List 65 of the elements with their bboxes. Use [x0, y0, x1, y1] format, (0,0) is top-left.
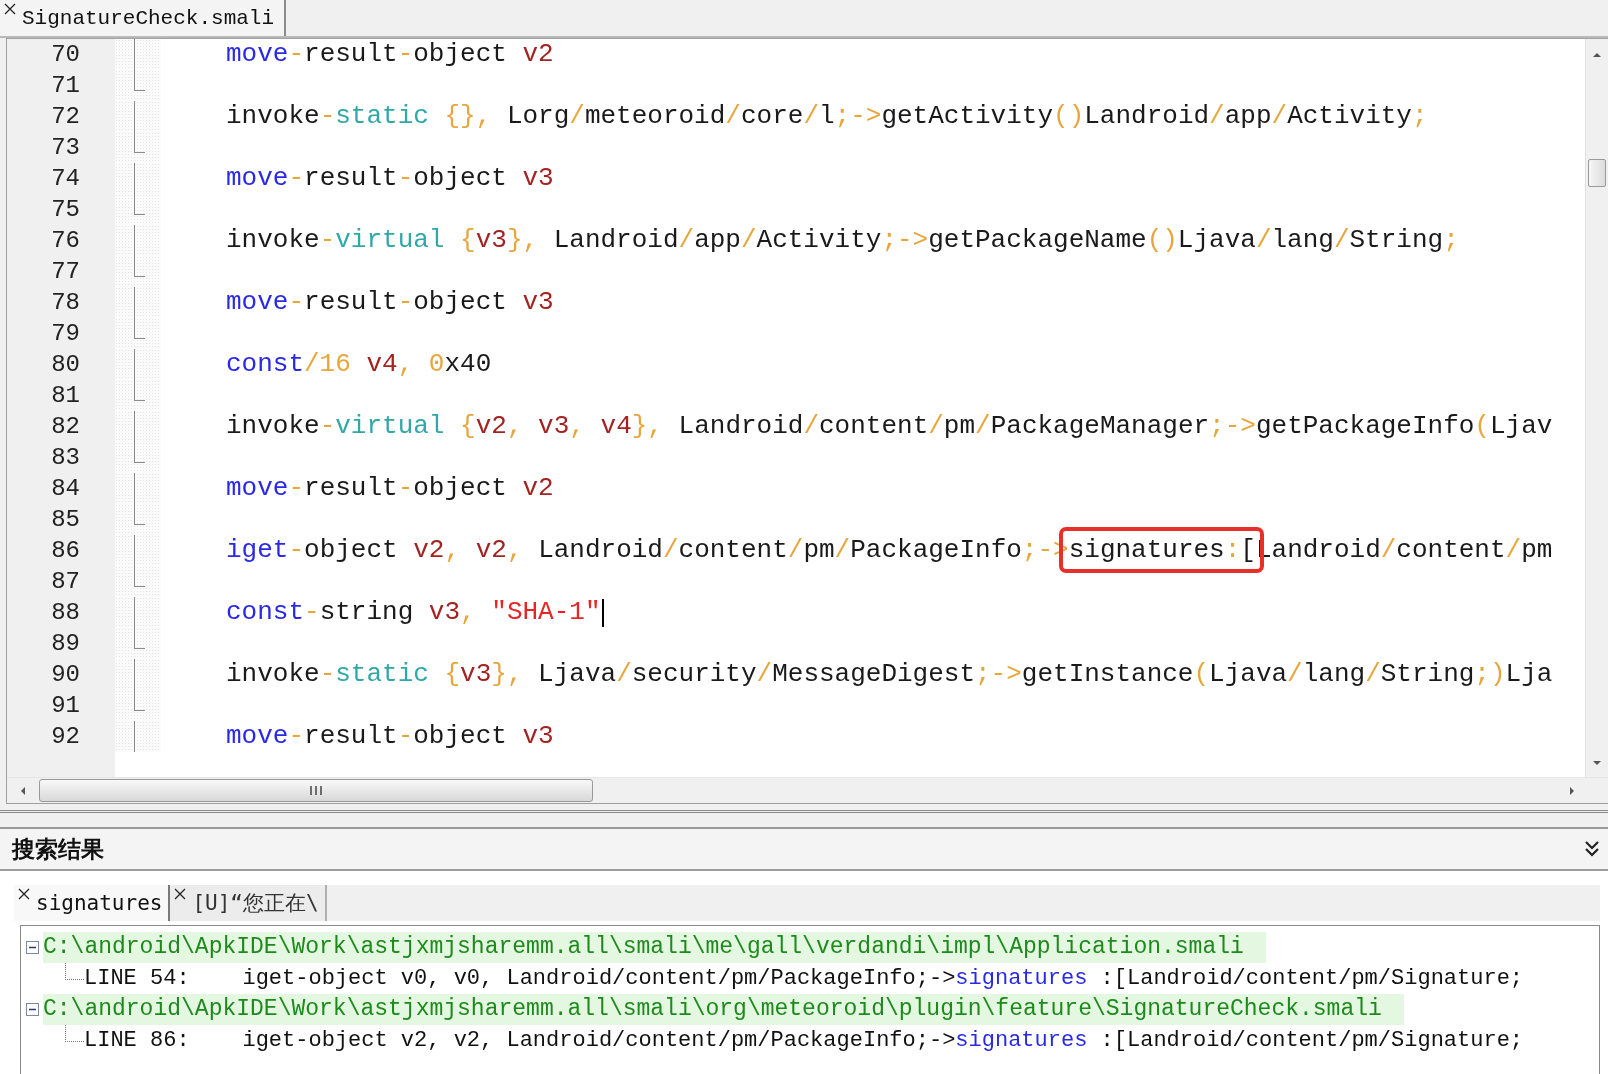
- line-number: 91: [50, 691, 81, 721]
- line-number: 82: [50, 412, 81, 442]
- line-number: 80: [50, 350, 81, 380]
- fold-marker[interactable]: [134, 132, 145, 153]
- close-icon[interactable]: [4, 3, 16, 15]
- line-number: 83: [50, 443, 81, 473]
- line-number: 84: [50, 474, 81, 504]
- grip-icon: [309, 786, 323, 795]
- fold-marker[interactable]: [134, 318, 145, 339]
- line-number: 79: [50, 319, 81, 349]
- code-line: invoke-virtual {v3}, Landroid/app/Activity;->getPackageName()Ljava/lang/String;: [226, 225, 1459, 256]
- line-number: 73: [50, 133, 81, 163]
- code-line: const-string v3, "SHA-1": [226, 597, 601, 628]
- fold-marker[interactable]: [134, 628, 145, 649]
- code-line: move-result-object v2: [226, 473, 554, 504]
- fold-marker[interactable]: [134, 442, 145, 463]
- scroll-thumb[interactable]: [1588, 159, 1606, 187]
- line-number: 88: [50, 598, 81, 628]
- code-line: move-result-object v3: [226, 163, 554, 194]
- line-number: 75: [50, 195, 81, 225]
- close-icon[interactable]: [174, 888, 187, 900]
- fold-marker[interactable]: [134, 504, 145, 525]
- line-number: 70: [50, 40, 81, 70]
- line-number: 76: [50, 226, 81, 256]
- line-number: 71: [50, 71, 81, 101]
- result-tab[interactable]: [U]“您正在\: [170, 885, 327, 921]
- scroll-thumb[interactable]: [39, 779, 593, 802]
- line-number: 74: [50, 164, 81, 194]
- search-result-line[interactable]: LINE 86: iget-object v2, v2, Landroid/content/pm/PackageInfo;->signatures :[Landroid/content/pm/Signature;: [84, 1028, 1524, 1053]
- panel-title: 搜索结果: [12, 834, 104, 864]
- result-tab[interactable]: signatures: [14, 885, 171, 921]
- line-number: 77: [50, 257, 81, 287]
- line-number: 72: [50, 102, 81, 132]
- fold-marker[interactable]: [134, 70, 145, 91]
- fold-marker[interactable]: [134, 690, 145, 711]
- code-line: move-result-object v3: [226, 287, 554, 318]
- collapse-icon[interactable]: [25, 1001, 41, 1018]
- horizontal-scrollbar[interactable]: [7, 777, 1608, 803]
- line-number: 78: [50, 288, 81, 318]
- line-number: 87: [50, 567, 81, 597]
- line-number: 92: [50, 722, 81, 752]
- vertical-scrollbar[interactable]: [1585, 39, 1608, 777]
- fold-marker[interactable]: [134, 194, 145, 215]
- line-number: 90: [50, 660, 81, 690]
- line-number: 81: [50, 381, 81, 411]
- line-number: 89: [50, 629, 81, 659]
- code-line: const/16 v4, 0x40: [226, 349, 492, 380]
- code-line: invoke-static {}, Lorg/meteoroid/core/l;->getActivity()Landroid/app/Activity;: [226, 101, 1428, 132]
- fold-marker[interactable]: [134, 566, 145, 587]
- file-path[interactable]: C:\android\ApkIDE\Work\astjxmjsharemm.all\smali\org\meteoroid\plugin\feature\SignatureCheck.smali: [43, 994, 1404, 1025]
- file-tab[interactable]: SignatureCheck.smali: [0, 0, 287, 36]
- close-icon[interactable]: [18, 888, 30, 900]
- fold-marker[interactable]: [134, 380, 145, 401]
- line-number: 86: [50, 536, 81, 566]
- search-result-line[interactable]: LINE 54: iget-object v0, v0, Landroid/content/pm/PackageInfo;->signatures :[Landroid/content/pm/Signature;: [84, 966, 1524, 991]
- line-number: 85: [50, 505, 81, 535]
- code-line: move-result-object v2: [226, 39, 554, 70]
- fold-marker[interactable]: [134, 256, 145, 277]
- splitter-bar[interactable]: [0, 810, 1608, 829]
- file-path[interactable]: C:\android\ApkIDE\Work\astjxmjsharemm.all\smali\me\gall\verdandi\impl\Application.smali: [43, 932, 1266, 963]
- code-line: move-result-object v3: [226, 721, 554, 752]
- code-line: invoke-static {v3}, Ljava/security/MessageDigest;->getInstance(Ljava/lang/String;)Lja: [226, 659, 1553, 690]
- code-line: invoke-virtual {v2, v3, v4}, Landroid/content/pm/PackageManager;->getPackageInfo(Ljav: [226, 411, 1553, 442]
- collapse-icon[interactable]: [25, 939, 41, 956]
- collapse-icon[interactable]: [1584, 840, 1600, 858]
